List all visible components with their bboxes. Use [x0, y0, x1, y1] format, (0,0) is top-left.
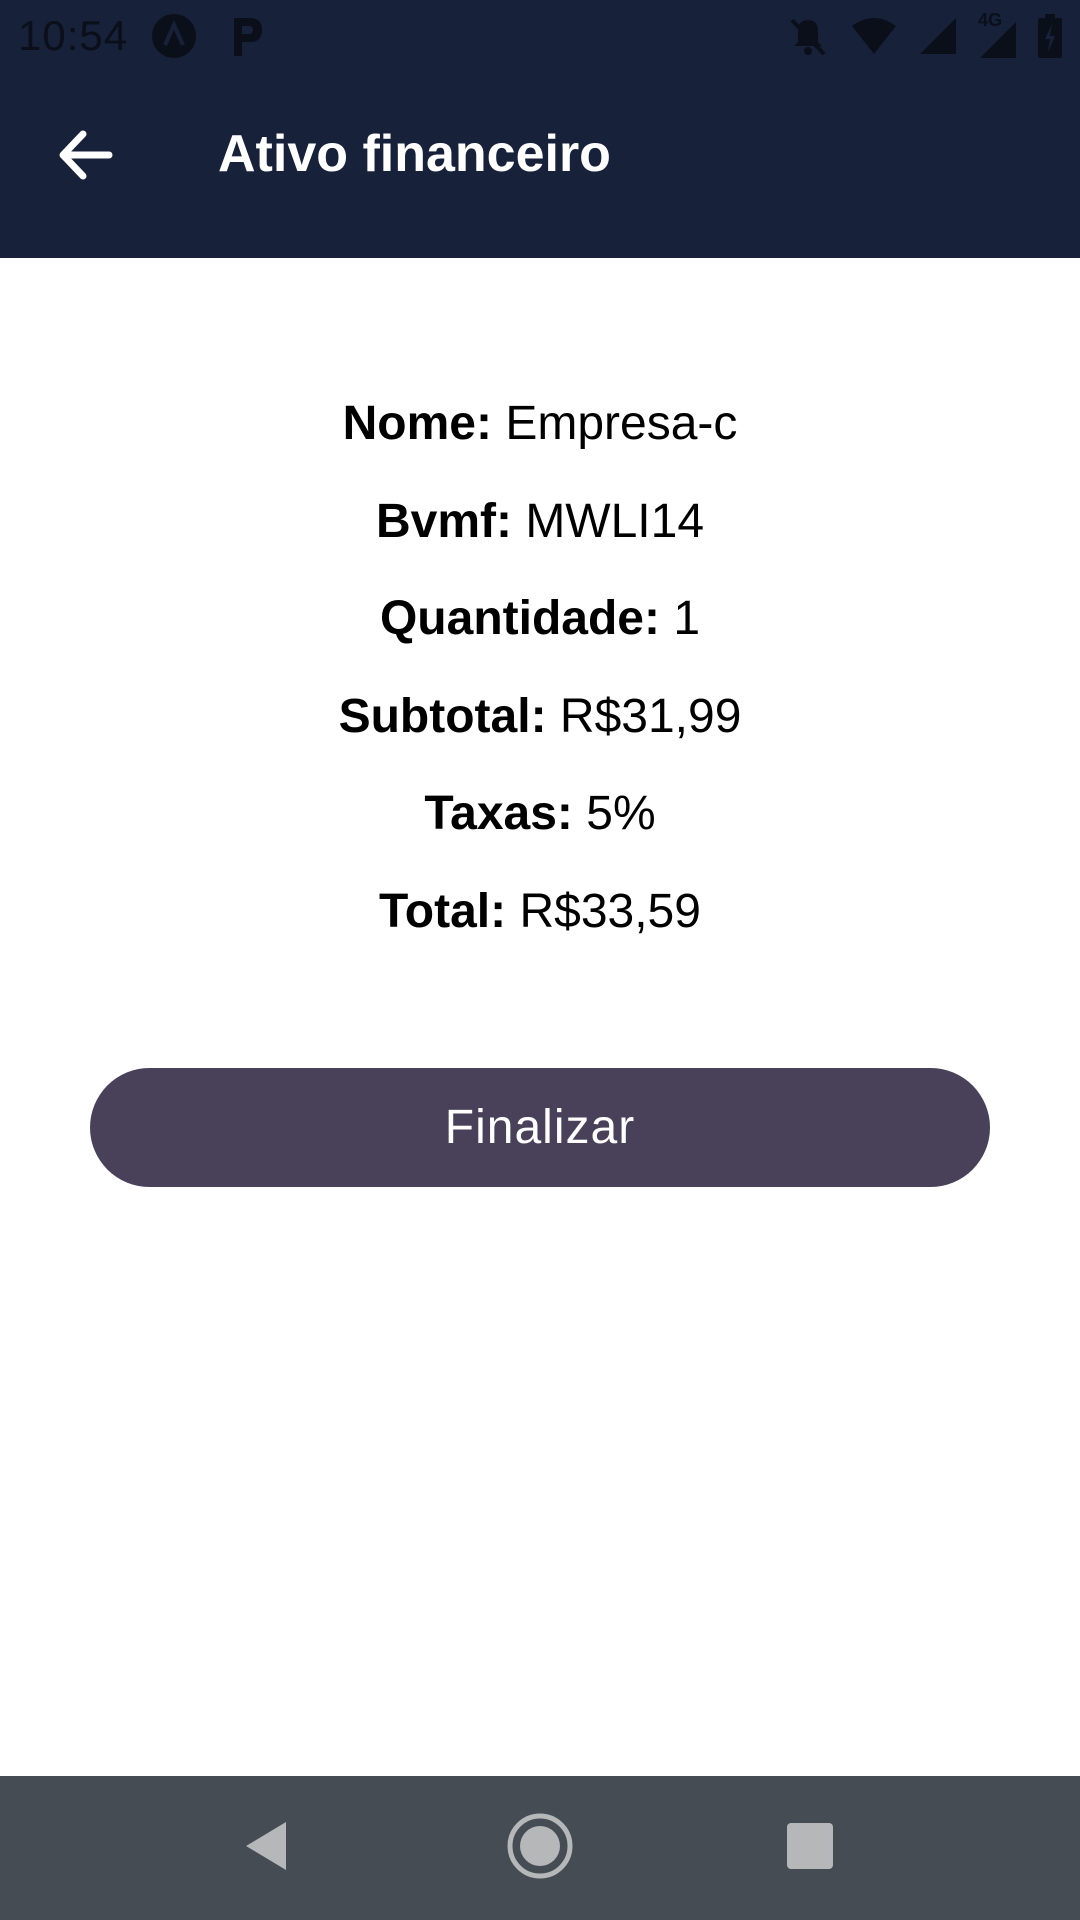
status-bar: 10:54 4G: [0, 0, 1080, 72]
battery-charging-icon: [1038, 14, 1062, 58]
detail-label: Taxas:: [424, 787, 573, 841]
detail-row-nome: Nome: Empresa-c: [0, 384, 1080, 482]
detail-value: MWLI14: [525, 494, 705, 548]
system-nav-bar: [0, 1776, 1080, 1920]
status-icons: 4G: [786, 10, 1062, 60]
detail-value: Empresa-c: [505, 397, 738, 450]
home-circle-icon: [506, 1812, 574, 1885]
detail-value: 1: [673, 592, 701, 646]
signal-icon: [918, 16, 958, 56]
nav-back-button[interactable]: [230, 1812, 302, 1884]
back-button[interactable]: [40, 112, 130, 202]
signal-4g-icon: 4G: [978, 10, 1018, 58]
asset-details: Nome: Empresa-c Bvmf: MWLI14 Quantidade:…: [0, 384, 1080, 970]
detail-row-subtotal: Subtotal: R$31,99: [0, 677, 1080, 775]
notifications-off-icon: [786, 14, 830, 58]
detail-row-quantidade: Quantidade: 1: [0, 579, 1080, 677]
detail-label: Quantidade:: [379, 592, 660, 646]
app-p-icon: [222, 12, 270, 60]
app-bar: Ativo financeiro: [0, 72, 1080, 258]
arrow-left-icon: [57, 130, 113, 185]
nav-recents-button[interactable]: [774, 1812, 846, 1884]
screen: 10:54 4G Ativo financeiro Nome: Empresa-…: [0, 0, 1080, 1920]
app-a-icon: [150, 12, 198, 60]
back-triangle-icon: [242, 1820, 290, 1877]
detail-label: Subtotal:: [338, 689, 547, 743]
status-time: 10:54: [18, 12, 129, 59]
detail-value: 5%: [586, 787, 656, 841]
detail-label: Bvmf:: [375, 494, 512, 548]
detail-label: Nome:: [342, 397, 492, 450]
detail-row-total: Total: R$33,59: [0, 872, 1080, 970]
recents-square-icon: [786, 1822, 834, 1875]
detail-value: R$31,99: [559, 689, 742, 743]
detail-value: R$33,59: [519, 884, 701, 938]
nav-home-button[interactable]: [504, 1812, 576, 1884]
detail-row-taxas: Taxas: 5%: [0, 774, 1080, 872]
detail-row-bvmf: Bvmf: MWLI14: [0, 482, 1080, 580]
page-title: Ativo financeiro: [218, 125, 611, 183]
detail-label: Total:: [379, 884, 507, 938]
wifi-icon: [850, 16, 898, 56]
finalize-button[interactable]: Finalizar: [90, 1068, 990, 1187]
